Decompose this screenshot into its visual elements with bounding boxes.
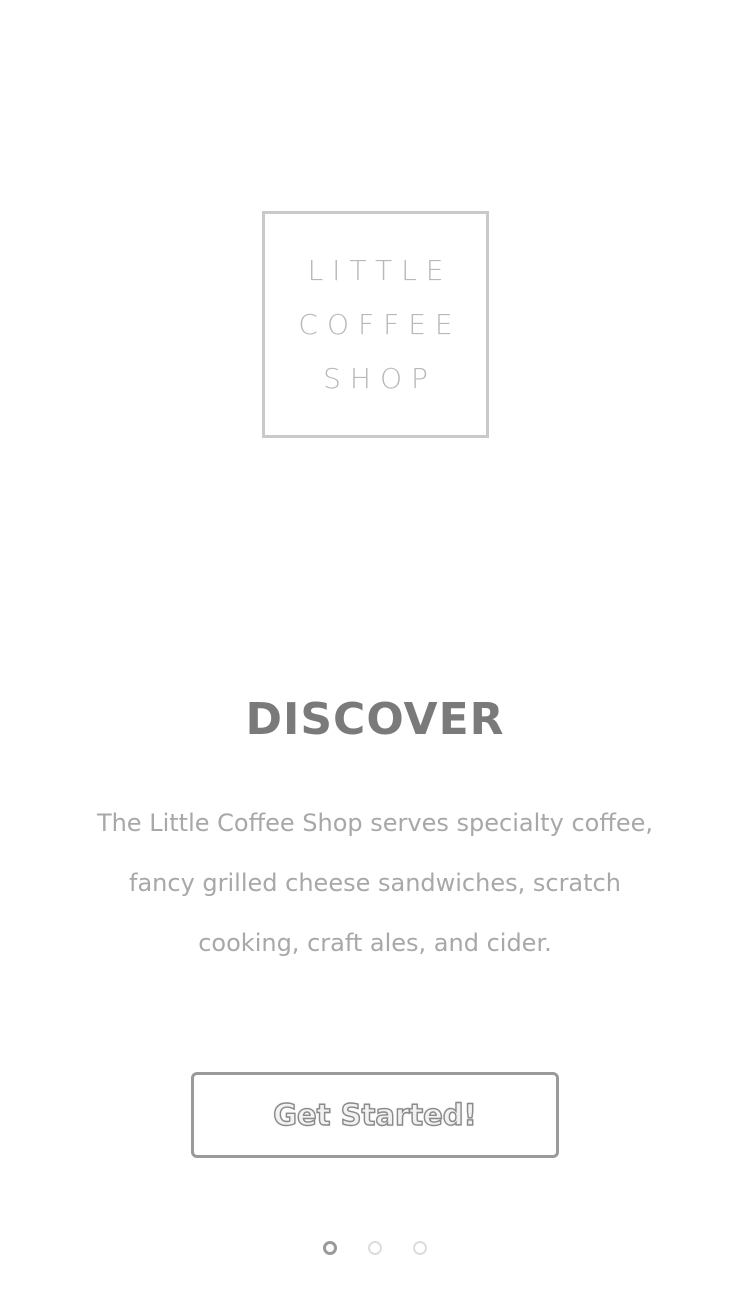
logo-line-2: COFFEE [298,307,462,341]
page-dot-2[interactable] [368,1241,382,1255]
logo-line-1: LITTLE [307,253,453,287]
onboarding-heading: DISCOVER [245,694,505,745]
get-started-label: Get Started! [273,1097,478,1132]
logo-line-3: SHOP [323,361,437,395]
get-started-button[interactable]: Get Started! [191,1072,559,1158]
page-dot-1[interactable] [323,1241,337,1255]
page-indicator [0,1241,750,1259]
brand-logo: LITTLE COFFEE SHOP [262,211,489,438]
onboarding-screen: LITTLE COFFEE SHOP DISCOVER The Little C… [0,0,750,1299]
onboarding-description: The Little Coffee Shop serves specialty … [96,809,654,957]
page-dot-3[interactable] [413,1241,427,1255]
